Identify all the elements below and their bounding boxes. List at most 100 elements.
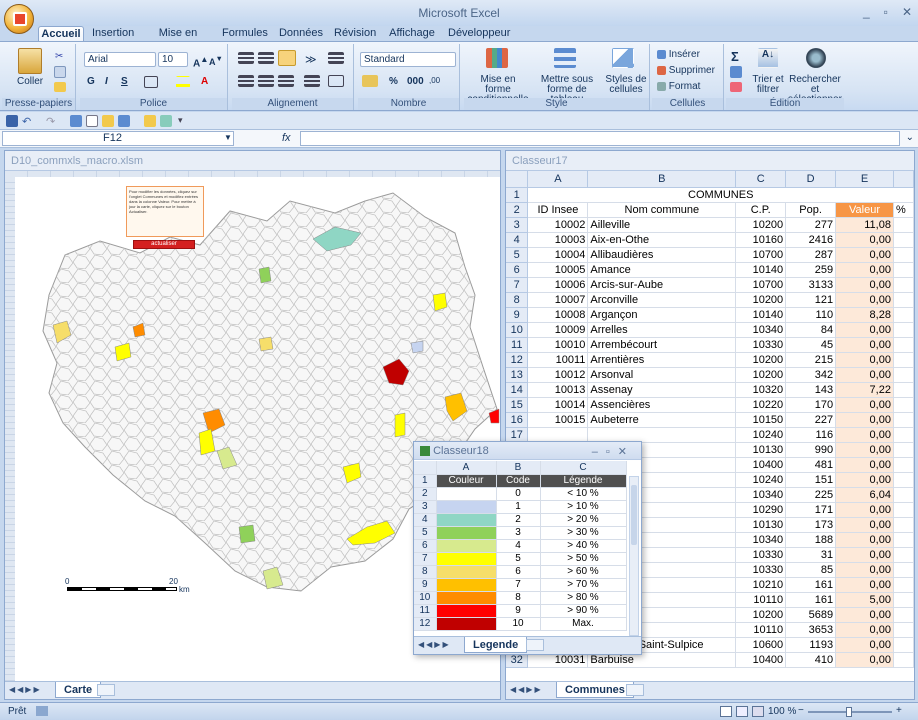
cell-id-insee[interactable]: 10014	[527, 397, 589, 413]
row-header[interactable]: 7	[506, 277, 529, 293]
cell-id-insee[interactable]: 10009	[527, 322, 589, 338]
cell-pop[interactable]: 481	[785, 457, 837, 473]
cell-valeur[interactable]: 0,00	[835, 517, 894, 533]
cell-extra[interactable]	[893, 592, 914, 608]
cell-valeur[interactable]: 0,00	[835, 247, 894, 263]
cell-pop[interactable]: 85	[785, 562, 837, 578]
minimize-icon[interactable]: _	[863, 5, 870, 19]
cell-extra[interactable]	[893, 247, 914, 263]
cell-extra[interactable]	[893, 277, 914, 293]
legend-code[interactable]: 7	[496, 578, 541, 592]
format-as-table-icon[interactable]	[554, 48, 576, 68]
cell-extra[interactable]	[893, 517, 914, 533]
cell-nom-commune[interactable]: Ailleville	[587, 217, 737, 233]
save-icon[interactable]	[6, 115, 18, 127]
cell-pop[interactable]: 171	[785, 502, 837, 518]
row-header[interactable]: 12	[414, 617, 437, 631]
cell-cp[interactable]: 10110	[735, 592, 787, 608]
merge-cells-icon[interactable]	[328, 75, 344, 87]
align-middle-icon[interactable]	[258, 52, 274, 64]
paste-button[interactable]: Coller	[16, 75, 44, 88]
tab-insertion[interactable]: Insertion	[92, 26, 134, 42]
cell-id-insee[interactable]: 10003	[527, 232, 589, 248]
legend-vertical-scrollbar[interactable]	[629, 476, 639, 636]
cell-cp[interactable]: 10130	[735, 442, 787, 458]
cell-cp[interactable]: 10240	[735, 472, 787, 488]
tab-accueil[interactable]: Accueil	[38, 26, 84, 42]
name-box[interactable]: F12	[2, 131, 234, 146]
shrink-font-icon[interactable]: A▼	[208, 53, 224, 68]
legend-code[interactable]: 10	[496, 617, 541, 631]
cell-extra[interactable]	[893, 262, 914, 278]
cell-valeur[interactable]: 7,22	[835, 382, 894, 398]
column-header-b[interactable]: B	[587, 171, 737, 188]
cell-nom-commune[interactable]	[587, 427, 737, 443]
paste-icon[interactable]	[18, 48, 42, 74]
row-header[interactable]: 4	[506, 232, 529, 248]
normal-view-icon[interactable]	[720, 706, 732, 717]
cell-extra[interactable]	[893, 307, 914, 323]
cell-cp[interactable]: 10320	[735, 382, 787, 398]
tab-mise-en-page[interactable]: Mise en page	[146, 26, 210, 53]
legend-code[interactable]: 5	[496, 552, 541, 566]
legend-color-swatch[interactable]	[436, 578, 497, 592]
find-select-icon[interactable]	[806, 48, 826, 68]
cell-cp[interactable]: 10340	[735, 322, 787, 338]
function-icon[interactable]: fx	[282, 132, 291, 144]
sheet-nav-icon[interactable]: ◀◀▶▶	[418, 640, 451, 649]
cell-pop[interactable]: 277	[785, 217, 837, 233]
cell-cp[interactable]: 10200	[735, 607, 787, 623]
cell-pop[interactable]: 3133	[785, 277, 837, 293]
sheet-tab-carte[interactable]: Carte	[55, 682, 102, 698]
cell-extra[interactable]	[893, 367, 914, 383]
tab-donnees[interactable]: Données	[278, 26, 324, 42]
print-preview-icon[interactable]	[70, 115, 82, 127]
cell-valeur[interactable]: 0,00	[835, 577, 894, 593]
cell-cp[interactable]: 10290	[735, 502, 787, 518]
cell-id-insee[interactable]: 10010	[527, 337, 589, 353]
legend-label[interactable]: > 20 %	[540, 513, 627, 527]
zoom-out-icon[interactable]: −	[798, 705, 804, 716]
cell-id-insee[interactable]: 10011	[527, 352, 589, 368]
cell-cp[interactable]: 10140	[735, 307, 787, 323]
row-header[interactable]: 5	[414, 526, 437, 540]
cell-valeur[interactable]: 6,04	[835, 487, 894, 503]
cell-valeur[interactable]: 0,00	[835, 352, 894, 368]
header-cell-name[interactable]: Nom commune	[587, 202, 737, 218]
percent-icon[interactable]: %	[388, 75, 399, 88]
cell-pop[interactable]: 215	[785, 352, 837, 368]
cell-id-insee[interactable]: 10007	[527, 292, 589, 308]
cell-id-insee[interactable]: 10013	[527, 382, 589, 398]
cell-extra[interactable]	[893, 652, 914, 668]
row-header[interactable]: 12	[506, 352, 529, 368]
grow-font-icon[interactable]: A▲	[192, 53, 209, 70]
row-header[interactable]: 1	[506, 187, 529, 203]
cell-extra[interactable]	[893, 502, 914, 518]
cell-extra[interactable]	[893, 232, 914, 248]
cell-valeur[interactable]: 0,00	[835, 367, 894, 383]
cell-valeur[interactable]: 0,00	[835, 442, 894, 458]
cell-nom-commune[interactable]: Arsonval	[587, 367, 737, 383]
row-header[interactable]: 2	[506, 202, 529, 218]
formula-input[interactable]	[300, 131, 900, 146]
cell-extra[interactable]	[893, 292, 914, 308]
cell-extra[interactable]	[893, 337, 914, 353]
cell-extra[interactable]	[893, 532, 914, 548]
row-header[interactable]: 5	[506, 247, 529, 263]
new-sheet-icon[interactable]	[526, 639, 544, 651]
cell-extra[interactable]	[893, 562, 914, 578]
cell-cp[interactable]: 10200	[735, 367, 787, 383]
cell-id-insee[interactable]: 10012	[527, 367, 589, 383]
legend-label[interactable]: > 40 %	[540, 539, 627, 553]
row-header[interactable]: 11	[506, 337, 529, 353]
sort-filter-icon[interactable]: A↓	[758, 48, 778, 68]
zoom-in-icon[interactable]: +	[896, 705, 902, 716]
indent-icon[interactable]	[304, 75, 320, 87]
underline-icon[interactable]: S	[120, 75, 129, 88]
row-header[interactable]: 11	[414, 604, 437, 618]
cell-valeur[interactable]: 0,00	[835, 622, 894, 638]
legend-color-swatch[interactable]	[436, 617, 497, 631]
cell-pop[interactable]: 143	[785, 382, 837, 398]
cell-id-insee[interactable]	[527, 427, 589, 443]
cell-extra[interactable]	[893, 412, 914, 428]
